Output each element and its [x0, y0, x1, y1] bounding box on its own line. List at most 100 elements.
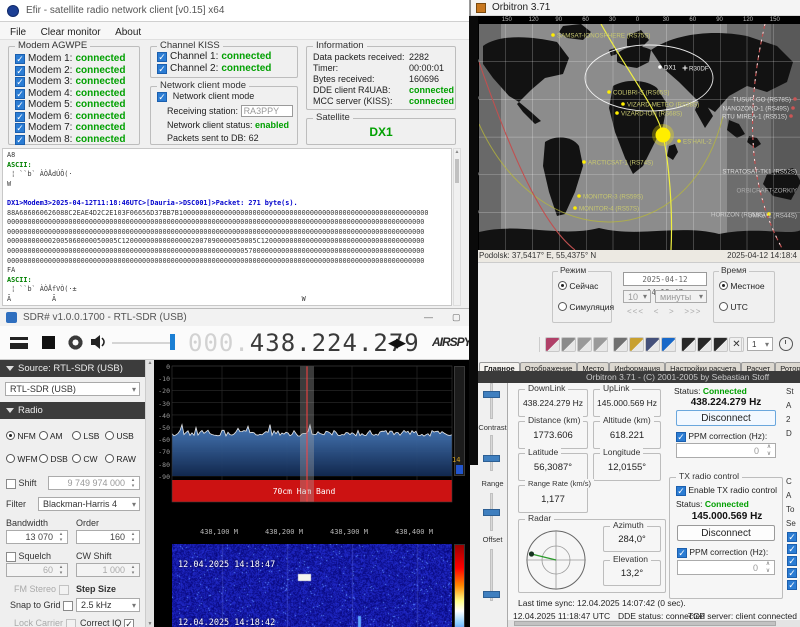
open-folder-icon[interactable] [629, 337, 644, 352]
forward-icon[interactable]: > [669, 307, 675, 316]
cut-checkbox[interactable]: ✓ [787, 532, 797, 542]
cut-checkbox[interactable]: ✓ [787, 556, 797, 566]
modem-row-checkbox[interactable]: ✓ [15, 89, 25, 99]
gear-icon[interactable] [68, 335, 83, 350]
save-disk-icon[interactable] [645, 337, 660, 352]
tx-ppm-checkbox[interactable]: ✓ [677, 548, 687, 558]
step-unit-select[interactable]: минуты [655, 290, 707, 303]
frequency-display[interactable]: 000.438.224.279 [188, 329, 420, 357]
mode-simulation-radio[interactable] [558, 302, 567, 311]
time-utc-radio[interactable] [719, 302, 728, 311]
shift-value-spinner[interactable]: 9 749 974 000 ▴▾ [48, 476, 140, 490]
rewind-fast-icon[interactable]: <<< [627, 307, 644, 316]
terminal-scrollbar[interactable]: ▲ [453, 148, 461, 306]
rewind-icon[interactable]: < [654, 307, 660, 316]
shift-checkbox[interactable]: ✓ [6, 479, 16, 489]
spinner-arrows-icon[interactable]: ▴▾ [128, 477, 138, 489]
tracker-hscrollbar[interactable] [508, 620, 800, 627]
mode-radio[interactable] [105, 454, 114, 463]
menu-file[interactable]: File [10, 27, 26, 38]
squelch-checkbox[interactable]: ✓ [6, 552, 16, 562]
volume-slider-handle[interactable] [170, 334, 175, 350]
contrast-slider-track[interactable] [490, 435, 493, 471]
rx-ppm-checkbox[interactable]: ✓ [676, 432, 686, 442]
radio-section-header[interactable]: Radio [0, 402, 145, 419]
spectrum-display[interactable]: 70cm Ham Band 0-10-20-30-40-50-60-70-80-… [154, 360, 468, 627]
tab-ротор-радио[interactable]: Ротор/Радио [775, 362, 800, 371]
tune-step-arrows[interactable]: ◀▶ [388, 335, 404, 351]
menu-about[interactable]: About [115, 27, 141, 38]
order-spinner[interactable]: 160 ▴▾ [76, 530, 140, 544]
modem-row-checkbox[interactable]: ✓ [15, 77, 25, 87]
tab-настройки-расчета[interactable]: Настройки расчета [665, 362, 741, 371]
source-section-header[interactable]: Source: RTL-SDR (USB) [0, 360, 145, 377]
zoom-level-select[interactable]: 1 [747, 337, 773, 351]
tx-disconnect-button[interactable]: Disconnect [677, 525, 775, 541]
modem-row-checkbox[interactable]: ✓ [15, 100, 25, 110]
mode-radio[interactable] [39, 454, 48, 463]
cw-shift-spinner[interactable]: 1 000 ▴▾ [76, 563, 140, 577]
help-book-icon[interactable] [545, 337, 560, 352]
window-pin-icon[interactable] [593, 337, 608, 352]
sim-nav-arrows[interactable]: <<< < > >>> [627, 307, 701, 316]
correct-iq-checkbox[interactable]: ✓ [124, 619, 134, 627]
mode-am[interactable]: AM [39, 431, 72, 441]
mode-nfm[interactable]: NFM [6, 431, 39, 441]
maximize-icon[interactable]: ▢ [452, 312, 461, 323]
mode-radio[interactable] [39, 431, 48, 440]
spinner-arrows-icon[interactable]: ∧∨ [764, 444, 774, 457]
channel-row-checkbox[interactable]: ✓ [157, 52, 167, 62]
split-view-icon[interactable] [713, 337, 728, 352]
tx-ppm-spinner[interactable]: 0 ∧∨ [677, 560, 775, 575]
step-value-select[interactable]: 10 [623, 290, 651, 303]
contrast-slider-handle[interactable] [483, 455, 500, 462]
efir-titlebar[interactable]: Efir - satellite radio network client [v… [0, 0, 469, 22]
info-icon[interactable] [661, 337, 676, 352]
time-local-radio[interactable] [719, 281, 728, 290]
network-client-mode-checkbox[interactable]: ✓ [157, 92, 167, 102]
mode-wfm[interactable]: WFM [6, 454, 39, 464]
cut-checkbox[interactable]: ✓ [787, 568, 797, 578]
modem-row-checkbox[interactable]: ✓ [15, 112, 25, 122]
modem-row-checkbox[interactable]: ✓ [15, 54, 25, 64]
channel-row-checkbox[interactable]: ✓ [157, 64, 167, 74]
tab-active-главное[interactable]: Главное [479, 362, 520, 371]
cut-checkbox[interactable]: ✓ [787, 580, 797, 590]
mode-cw[interactable]: CW [72, 454, 105, 464]
volume-slider-track[interactable] [112, 342, 174, 344]
speaker-icon[interactable] [90, 334, 108, 350]
mode-dsb[interactable]: DSB [39, 454, 72, 464]
forward-fast-icon[interactable]: >>> [684, 307, 701, 316]
snap-to-grid-checkbox[interactable]: ✓ [63, 601, 73, 611]
clock-icon[interactable] [779, 337, 793, 351]
cut-checkbox[interactable]: ✓ [787, 544, 797, 554]
simulation-datetime-input[interactable]: 2025-04-12 14:18:47 [623, 272, 707, 286]
mode-radio[interactable] [72, 454, 81, 463]
orbitron-titlebar[interactable]: Orbitron 3.71 [471, 0, 800, 16]
mode-radio[interactable] [6, 431, 15, 440]
menu-icon[interactable] [10, 337, 28, 349]
zoom-slider-handle[interactable] [483, 391, 500, 398]
tle-update-icon[interactable] [681, 337, 696, 352]
filter-select[interactable]: Blackman-Harris 4 [38, 497, 140, 511]
spinner-arrows-icon[interactable]: ▴▾ [128, 531, 138, 543]
settings-scrollbar[interactable]: ▲▼ [145, 360, 154, 627]
tab-информация[interactable]: Информация [609, 362, 665, 371]
tab-отображение[interactable]: Отображение [520, 362, 578, 371]
zoom-slider-track[interactable] [490, 383, 493, 419]
mode-now-radio[interactable] [558, 281, 567, 290]
camera-icon[interactable] [561, 337, 576, 352]
calc-icon[interactable] [697, 337, 712, 352]
packet-monitor-terminal[interactable]: A8ASCII: ¦ ``b` ÀÒÅdÚÔ(·W DX1>Modem3>202… [2, 148, 452, 306]
mode-lsb[interactable]: LSB [72, 431, 105, 441]
mode-radio[interactable] [105, 431, 114, 440]
modem-row-checkbox[interactable]: ✓ [15, 66, 25, 76]
rx-disconnect-button[interactable]: Disconnect [676, 410, 776, 426]
mode-radio[interactable] [6, 454, 15, 463]
modem-row-checkbox[interactable]: ✓ [15, 135, 25, 145]
mode-raw[interactable]: RAW [105, 454, 138, 464]
squelch-spinner[interactable]: 60 ▴▾ [6, 563, 68, 577]
spinner-arrows-icon[interactable]: ∧∨ [763, 561, 773, 574]
receiving-station-input[interactable]: RA3PPY [241, 105, 293, 117]
step-size-select[interactable]: 2.5 kHz [76, 598, 140, 612]
